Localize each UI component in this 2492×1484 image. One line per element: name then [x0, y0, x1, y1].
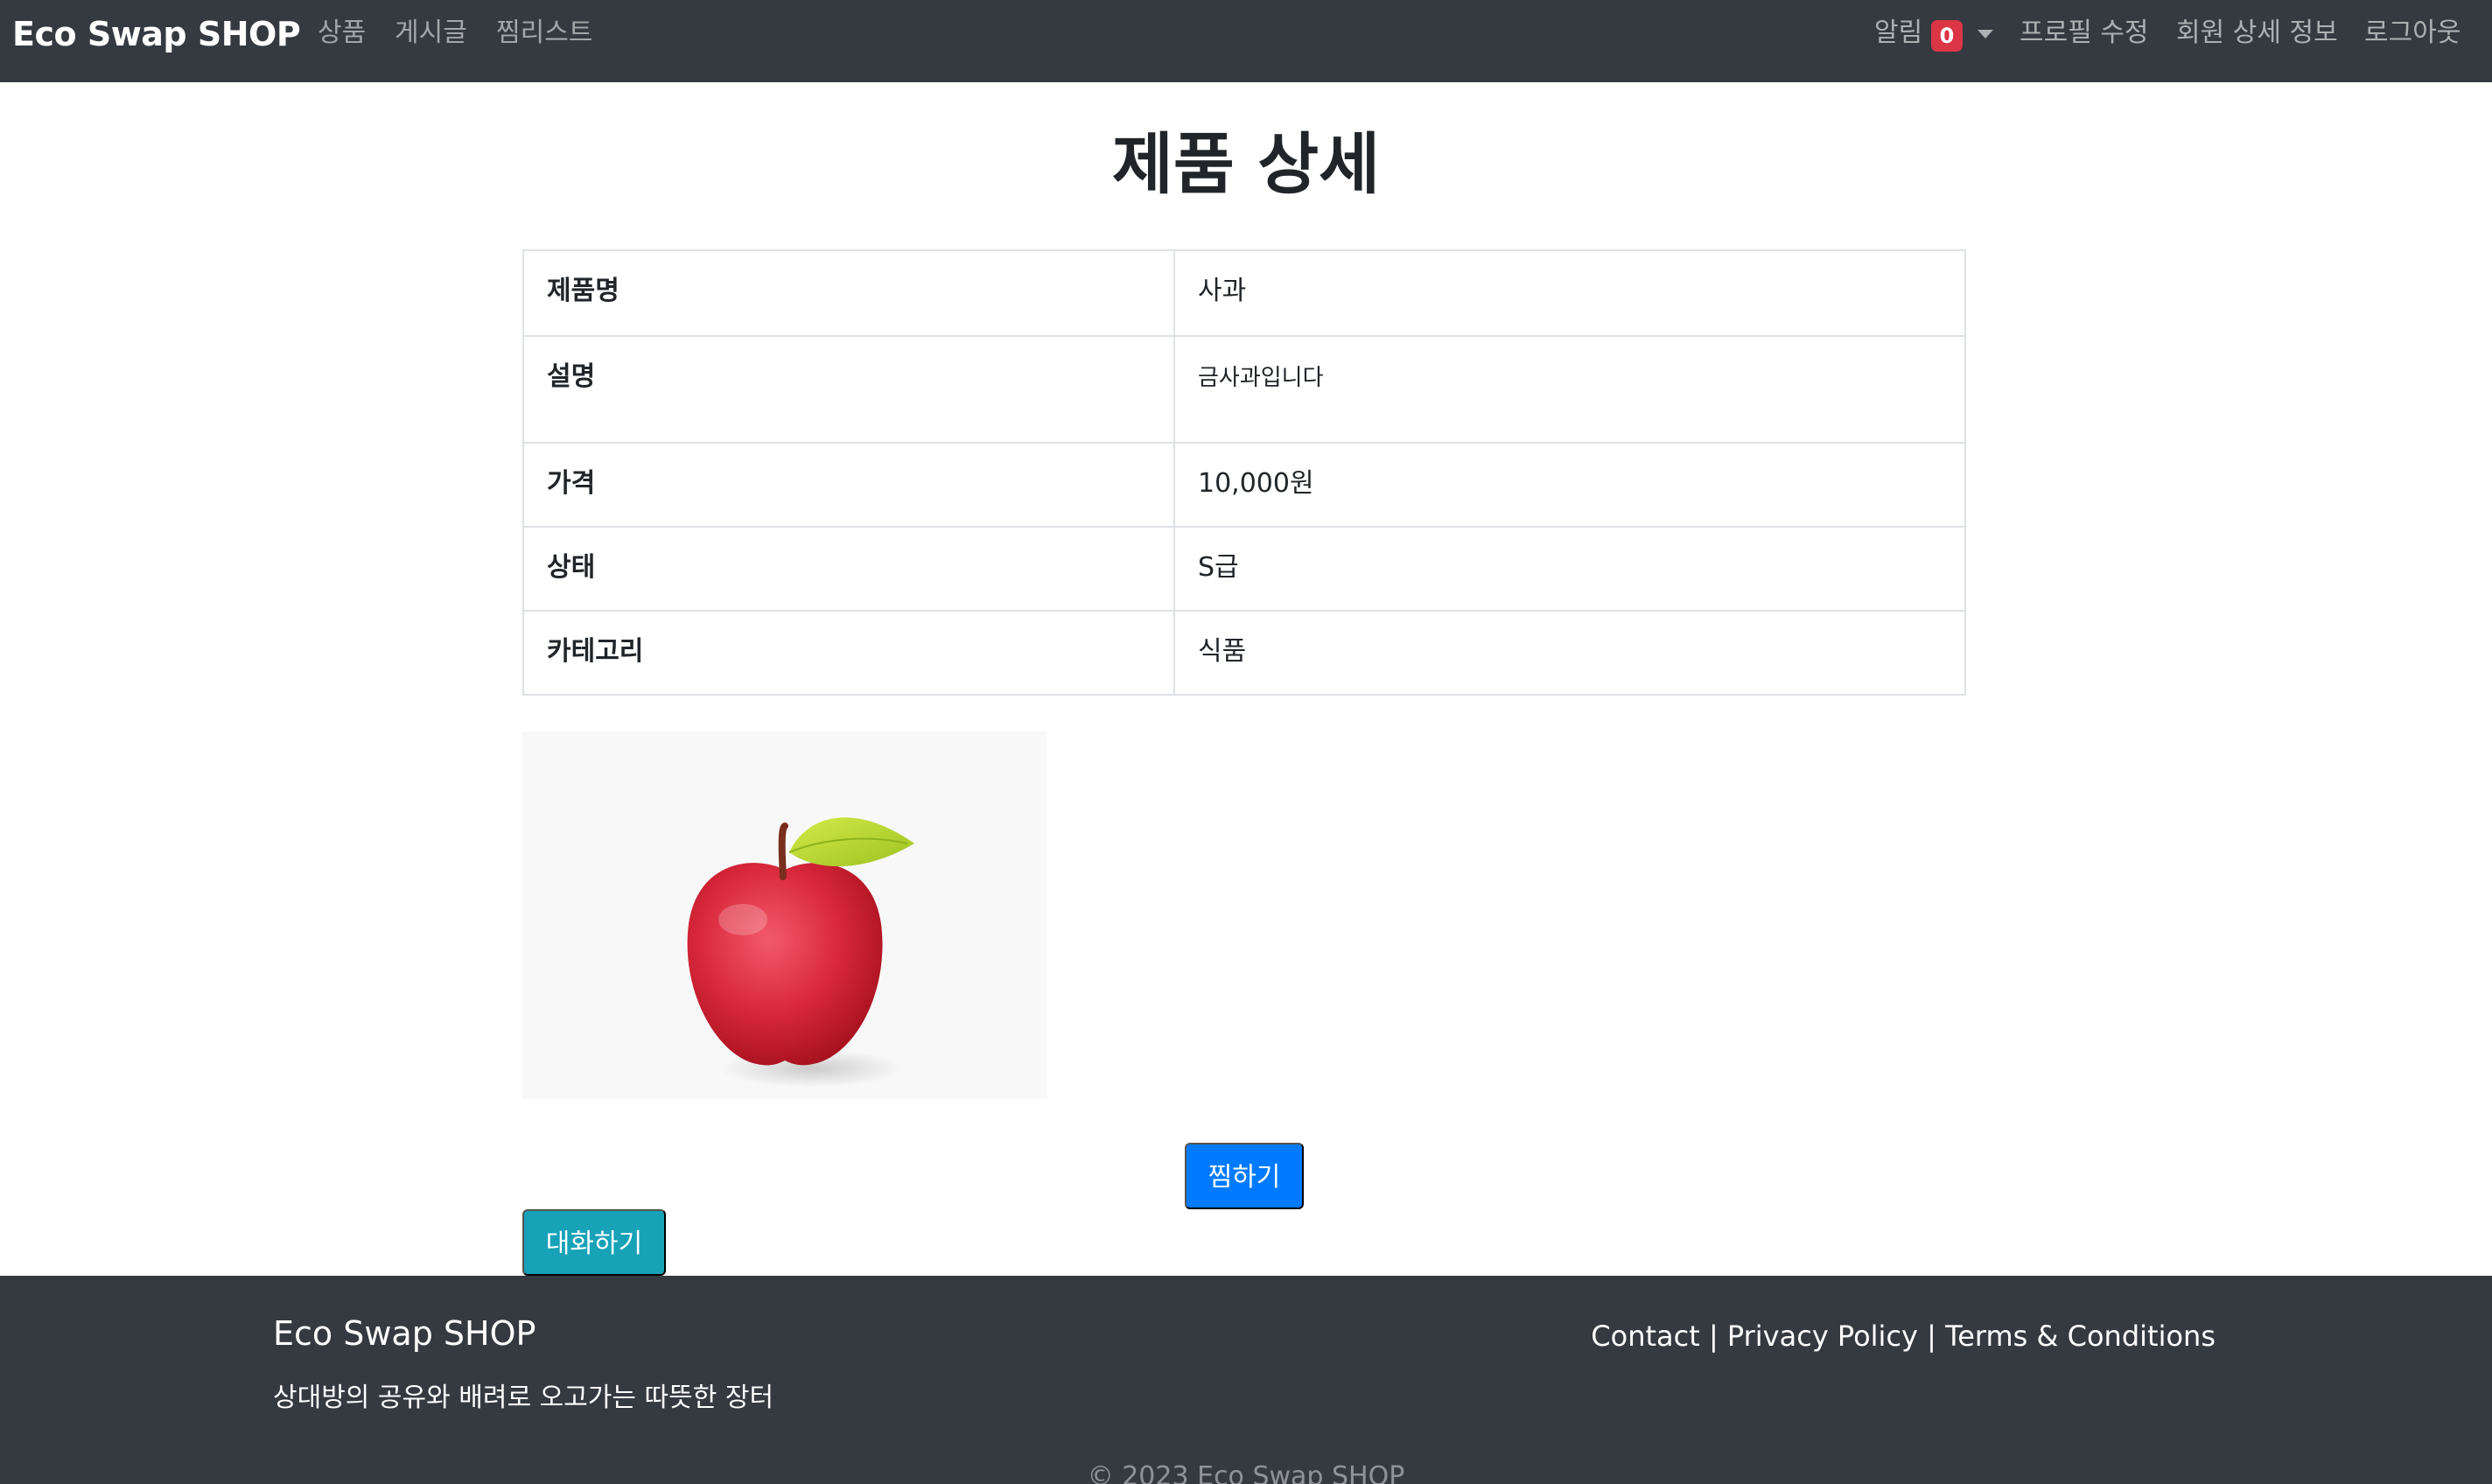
nav-link-products[interactable]: 상품	[318, 12, 366, 54]
category-value: 식품	[1198, 636, 1247, 667]
page-title: 제품 상세	[1111, 125, 1381, 203]
copyright: © 2023 Eco Swap SHOP	[1087, 1461, 1405, 1484]
footer-separator: |	[1699, 1320, 1727, 1353]
product-detail-table: 제품명 사과 설명 금사과입니다 가격 10,000원 상태 S급 카테고리 식…	[522, 249, 1966, 696]
nav-link-posts[interactable]: 게시글	[395, 12, 467, 54]
page: Eco Swap SHOP 상품 게시글 찜리스트 알림 0 프로필 수정 회원…	[0, 0, 2492, 1484]
footer-link-privacy[interactable]: Privacy Policy	[1727, 1320, 1918, 1353]
nav-notification-label[interactable]: 알림	[1874, 12, 1922, 54]
footer-links: Contact | Privacy Policy | Terms & Condi…	[1591, 1320, 2216, 1353]
description-value: 금사과입니다	[1198, 365, 1324, 391]
brand-logo[interactable]: Eco Swap SHOP	[12, 10, 301, 58]
footer: Eco Swap SHOP 상대방의 공유와 배려로 오고가는 따뜻한 장터 C…	[0, 1276, 2492, 1484]
description-label: 설명	[524, 337, 1175, 442]
name-value: 사과	[1198, 276, 1247, 306]
notification-badge: 0	[1931, 20, 1963, 52]
footer-link-contact[interactable]: Contact	[1591, 1320, 1700, 1353]
footer-brand: Eco Swap SHOP	[273, 1314, 536, 1353]
footer-separator: |	[1917, 1320, 1946, 1353]
wish-button[interactable]: 찜하기	[1185, 1143, 1304, 1209]
category-label: 카테고리	[524, 612, 1175, 694]
nav-link-logout[interactable]: 로그아웃	[2364, 12, 2460, 54]
chat-button[interactable]: 대화하기	[522, 1209, 666, 1276]
caret-down-icon[interactable]	[1978, 30, 1993, 38]
nav-link-wishlist[interactable]: 찜리스트	[496, 12, 592, 54]
table-row: 상태 S급	[524, 526, 1964, 610]
table-row: 제품명 사과	[524, 251, 1964, 335]
table-row: 설명 금사과입니다	[524, 335, 1964, 442]
nav-link-member-info[interactable]: 회원 상세 정보	[2176, 12, 2338, 54]
name-label: 제품명	[524, 251, 1175, 335]
navbar: Eco Swap SHOP 상품 게시글 찜리스트 알림 0 프로필 수정 회원…	[0, 0, 2492, 82]
table-row: 가격 10,000원	[524, 442, 1964, 526]
price-value: 10,000원	[1198, 468, 1314, 499]
apple-image	[522, 732, 1047, 1099]
table-row: 카테고리 식품	[524, 610, 1964, 694]
product-image	[522, 732, 1047, 1099]
price-label: 가격	[524, 444, 1175, 526]
footer-tagline: 상대방의 공유와 배려로 오고가는 따뜻한 장터	[273, 1382, 774, 1413]
footer-link-terms[interactable]: Terms & Conditions	[1945, 1320, 2216, 1353]
condition-label: 상태	[524, 528, 1175, 610]
condition-value: S급	[1198, 552, 1239, 583]
nav-link-edit-profile[interactable]: 프로필 수정	[2020, 12, 2149, 54]
